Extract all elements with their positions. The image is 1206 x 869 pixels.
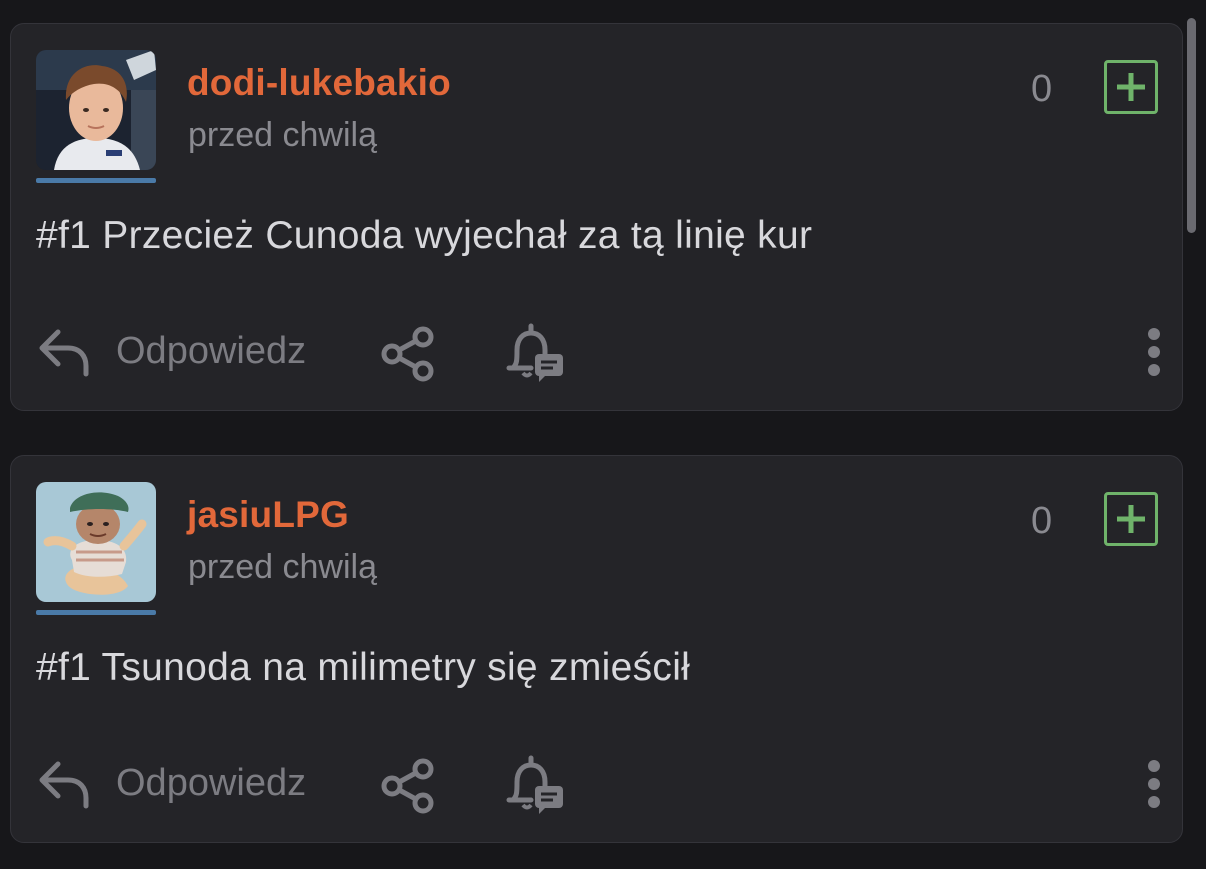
timestamp: przed chwilą xyxy=(188,116,377,154)
bell-comment-icon[interactable] xyxy=(501,320,567,386)
post-body: #f1 Tsunoda na milimetry się zmieścił xyxy=(36,646,691,689)
plus-vote-button[interactable] xyxy=(1104,492,1158,546)
more-vertical-icon[interactable] xyxy=(1139,320,1169,384)
avatar-image xyxy=(36,482,156,602)
reply-label: Odpowiedz xyxy=(116,329,307,372)
post-card: jasiuLPG przed chwilą 0 #f1 Tsunoda na m… xyxy=(10,455,1183,843)
vote-count: 0 xyxy=(1031,500,1053,542)
avatar-underline xyxy=(36,178,156,183)
share-icon[interactable] xyxy=(376,754,440,818)
avatar[interactable] xyxy=(36,50,156,184)
reply-button[interactable]: Odpowiedz xyxy=(36,316,306,386)
scrollbar[interactable] xyxy=(1187,18,1196,869)
plus-icon xyxy=(1117,73,1145,101)
plus-icon xyxy=(1117,505,1145,533)
avatar[interactable] xyxy=(36,482,156,616)
bell-comment-icon[interactable] xyxy=(501,752,567,818)
comment-feed: dodi-lukebakio przed chwilą 0 #f1 Przeci… xyxy=(0,0,1206,869)
more-vertical-icon[interactable] xyxy=(1139,752,1169,816)
username-link[interactable]: jasiuLPG xyxy=(187,494,349,536)
reply-label: Odpowiedz xyxy=(116,761,307,804)
post-body: #f1 Przecież Cunoda wyjechał za tą linię… xyxy=(36,214,813,257)
reply-button[interactable]: Odpowiedz xyxy=(36,748,306,818)
share-icon[interactable] xyxy=(376,322,440,386)
timestamp: przed chwilą xyxy=(188,548,377,586)
reply-icon xyxy=(39,761,89,809)
post-actions: Odpowiedz xyxy=(36,748,1160,818)
post-card: dodi-lukebakio przed chwilą 0 #f1 Przeci… xyxy=(10,23,1183,411)
avatar-image xyxy=(36,50,156,170)
vote-count: 0 xyxy=(1031,68,1053,110)
scrollbar-thumb[interactable] xyxy=(1187,18,1196,233)
reply-icon xyxy=(39,329,89,377)
plus-vote-button[interactable] xyxy=(1104,60,1158,114)
username-link[interactable]: dodi-lukebakio xyxy=(187,62,451,104)
avatar-underline xyxy=(36,610,156,615)
post-actions: Odpowiedz xyxy=(36,316,1160,386)
